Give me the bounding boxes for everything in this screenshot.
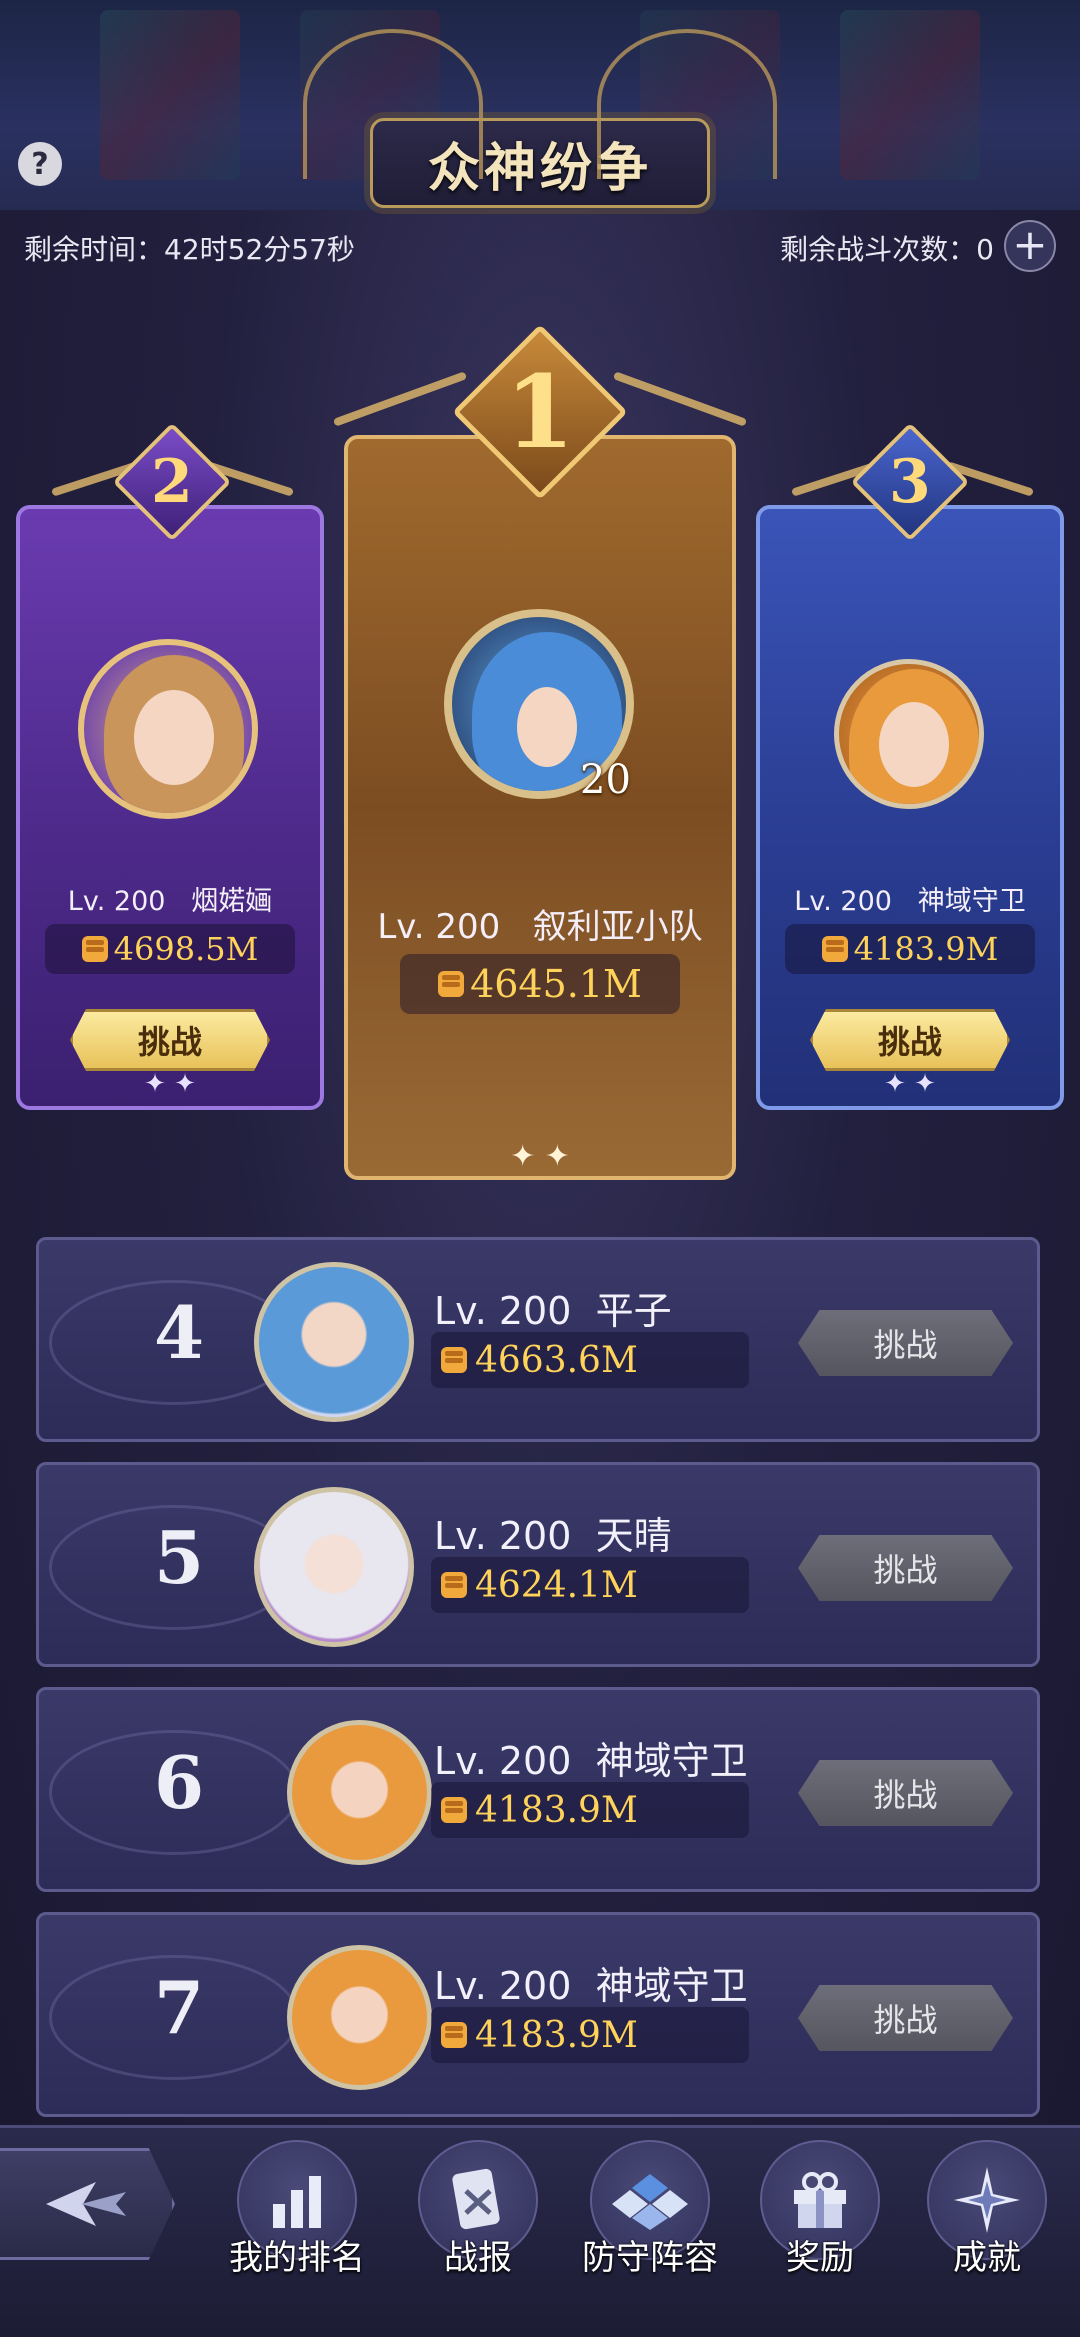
power-display: 4183.9M — [431, 2007, 749, 2063]
rank-row-7: 7 Lv. 200 神域守卫 4183.9M 挑战 — [36, 1912, 1040, 2117]
help-icon[interactable]: ? — [18, 142, 62, 186]
power-value: 4663.6M — [475, 1339, 638, 1381]
podium-level: Lv. 200 — [67, 886, 166, 917]
sparkle-icon: ✦ ✦ — [510, 1139, 570, 1174]
avatar[interactable] — [254, 1487, 414, 1647]
player-level: Lv. 200 — [434, 1514, 572, 1558]
fist-icon — [441, 2022, 467, 2048]
podium-power-rank-1: 4645.1M — [400, 954, 680, 1014]
avatar[interactable] — [254, 1262, 414, 1422]
rank-3-number: 3 — [889, 447, 931, 517]
title-ornament-left — [303, 29, 483, 179]
player-name: Lv. 200 天晴 — [434, 1505, 672, 1560]
avatar-face — [517, 687, 577, 767]
stained-glass-left — [100, 10, 240, 180]
nav-my-rank[interactable]: 我的排名 — [222, 2140, 372, 2320]
player-name: Lv. 200 平子 — [434, 1280, 672, 1335]
rank-row-6: 6 Lv. 200 神域守卫 4183.9M 挑战 — [36, 1687, 1040, 1892]
avatar-rank-3[interactable] — [834, 659, 984, 809]
player-level: Lv. 200 — [434, 1964, 572, 2008]
rank-2-number: 2 — [151, 447, 193, 517]
avatar[interactable] — [287, 1945, 432, 2090]
title-ornament-right — [597, 29, 777, 179]
podium-player-name: 叙利亚小队 — [532, 907, 703, 947]
challenge-button[interactable]: 挑战 — [798, 1760, 1013, 1826]
fist-icon — [81, 936, 108, 962]
podium-card-rank-3: Lv. 200 神域守卫 4183.9M 挑战 ✦ ✦ — [756, 505, 1064, 1110]
nav-rewards[interactable]: 奖励 — [745, 2140, 895, 2320]
back-button[interactable] — [0, 2148, 175, 2260]
nav-defense-lineup[interactable]: 防守阵容 — [575, 2140, 725, 2320]
fist-icon — [821, 936, 848, 962]
stained-glass-right — [840, 10, 980, 180]
rank-number: 5 — [153, 1515, 205, 1600]
nav-achievements[interactable]: 成就 — [912, 2140, 1062, 2320]
player-name: Lv. 200 神域守卫 — [434, 1955, 748, 2010]
podium-power-rank-2: 4698.5M — [45, 924, 295, 974]
nav-battle-report[interactable]: 战报 — [403, 2140, 553, 2320]
player-name-text: 天晴 — [595, 1514, 672, 1558]
rank-number: 4 — [153, 1290, 205, 1375]
nav-label: 我的排名 — [229, 2238, 365, 2278]
podium-level: Lv. 200 — [377, 907, 501, 947]
podium-name-rank-3: Lv. 200 神域守卫 — [760, 879, 1060, 918]
player-level: Lv. 200 — [434, 1739, 572, 1783]
podium-name-rank-2: Lv. 200 烟婼婳 — [20, 879, 320, 918]
power-value: 4624.1M — [475, 1564, 638, 1606]
player-name: Lv. 200 神域守卫 — [434, 1730, 748, 1785]
challenge-button[interactable]: 挑战 — [798, 1985, 1013, 2051]
podium-power-value: 4645.1M — [470, 962, 642, 1006]
power-display: 4663.6M — [431, 1332, 749, 1388]
power-value: 4183.9M — [475, 2014, 638, 2056]
avatar-level-badge: 20 — [580, 757, 631, 803]
player-name-text: 神域守卫 — [595, 1964, 748, 2008]
nav-label: 防守阵容 — [582, 2238, 718, 2278]
podium-power-value: 4698.5M — [113, 930, 259, 968]
power-display: 4183.9M — [431, 1782, 749, 1838]
challenge-button-rank-3[interactable]: 挑战 — [810, 1009, 1010, 1071]
avatar-face — [134, 690, 214, 785]
podium-power-value: 4183.9M — [853, 930, 999, 968]
player-level: Lv. 200 — [434, 1289, 572, 1333]
add-battles-button[interactable]: + — [1004, 220, 1056, 272]
rank-number: 6 — [153, 1740, 205, 1825]
challenge-button[interactable]: 挑战 — [798, 1310, 1013, 1376]
player-name-text: 神域守卫 — [595, 1739, 748, 1783]
nav-label: 奖励 — [786, 2238, 854, 2278]
rank-row-5: 5 Lv. 200 天晴 4624.1M 挑战 — [36, 1462, 1040, 1667]
sparkle-icon: ✦ ✦ — [144, 1069, 196, 1099]
nav-label: 战报 — [444, 2238, 512, 2278]
fist-icon — [438, 971, 465, 997]
avatar-face — [879, 702, 949, 787]
podium-player-name: 神域守卫 — [917, 886, 1026, 917]
podium-card-rank-1: 20 Lv. 200 叙利亚小队 4645.1M ✦ ✦ — [344, 435, 736, 1180]
player-name-text: 平子 — [595, 1289, 672, 1333]
battles-left-text: 剩余战斗次数：0 — [780, 233, 994, 266]
avatar[interactable] — [287, 1720, 432, 1865]
challenge-button-rank-2[interactable]: 挑战 — [70, 1009, 270, 1071]
time-left-text: 剩余时间：42时52分57秒 — [24, 233, 355, 266]
power-value: 4183.9M — [475, 1789, 638, 1831]
nav-label: 成就 — [953, 2238, 1021, 2278]
fist-icon — [441, 1347, 467, 1373]
rank-row-4: 4 Lv. 200 平子 4663.6M 挑战 — [36, 1237, 1040, 1442]
crown-wing-right — [612, 371, 748, 427]
page-title-plate: 众神纷争 — [303, 29, 777, 208]
podium-name-rank-1: Lv. 200 叙利亚小队 — [348, 899, 732, 948]
fist-icon — [441, 1572, 467, 1598]
rank-number: 7 — [153, 1965, 205, 2050]
avatar-rank-2[interactable] — [78, 639, 258, 819]
podium-level: Lv. 200 — [794, 886, 892, 917]
challenge-button[interactable]: 挑战 — [798, 1535, 1013, 1601]
crown-wing-left — [332, 371, 468, 427]
sparkle-icon: ✦ ✦ — [884, 1069, 936, 1099]
fist-icon — [441, 1797, 467, 1823]
power-display: 4624.1M — [431, 1557, 749, 1613]
back-arrow-icon — [46, 2182, 126, 2226]
podium-card-rank-2: Lv. 200 烟婼婳 4698.5M 挑战 ✦ ✦ — [16, 505, 324, 1110]
podium-power-rank-3: 4183.9M — [785, 924, 1035, 974]
rank-1-number: 1 — [505, 353, 575, 471]
podium-player-name: 烟婼婳 — [191, 886, 273, 917]
